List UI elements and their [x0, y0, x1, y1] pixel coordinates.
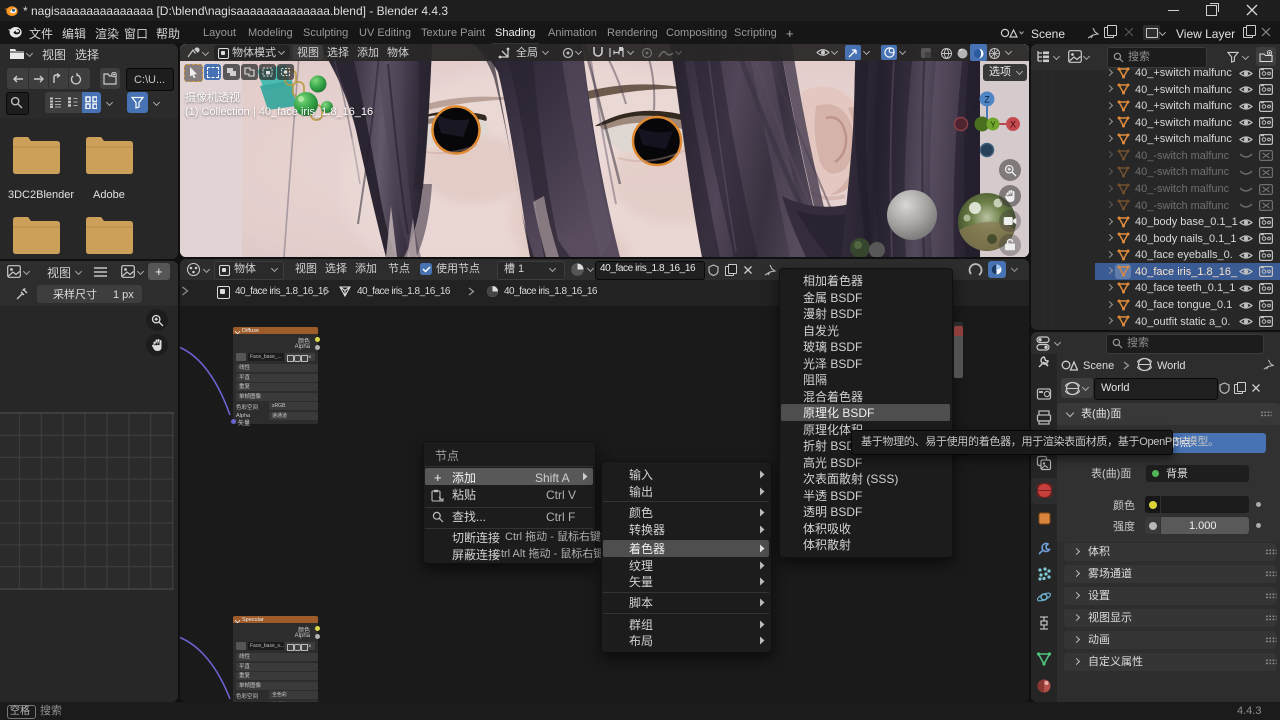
svg-text:X: X [1010, 120, 1016, 130]
svg-text:Z: Z [984, 95, 990, 105]
svg-text:Y: Y [990, 121, 996, 130]
